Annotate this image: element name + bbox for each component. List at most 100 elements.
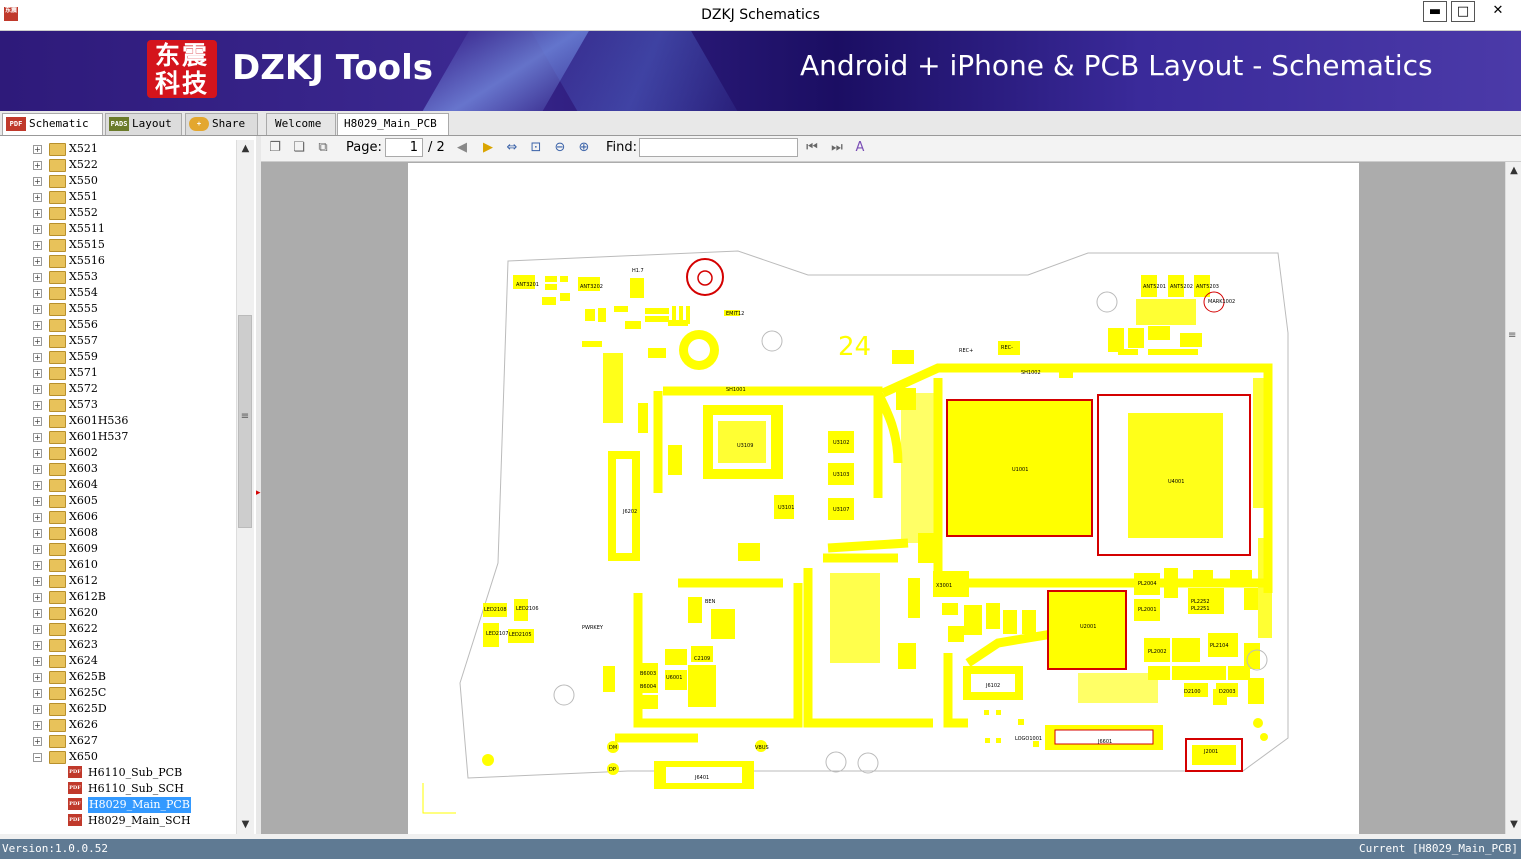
tree-folder-x627[interactable]: + X627 [0,733,235,749]
copy-page-icon[interactable]: ❏ [291,140,307,156]
expand-icon[interactable]: + [33,385,42,394]
tree-folder-x550[interactable]: + X550 [0,173,235,189]
tree-file-h8029_main_sch[interactable]: PDF H8029_Main_SCH [0,813,235,829]
scroll-thumb[interactable]: ≡ [238,315,252,528]
tree-folder-x609[interactable]: + X609 [0,541,235,557]
expand-icon[interactable]: + [33,513,42,522]
tree-folder-x622[interactable]: + X622 [0,621,235,637]
find-previous-icon[interactable]: ⏮ [804,140,820,156]
tab-welcome[interactable]: Welcome [266,113,336,135]
scroll-up-icon[interactable]: ▲ [237,140,254,157]
tree-folder-x623[interactable]: + X623 [0,637,235,653]
tree-folder-x522[interactable]: + X522 [0,157,235,173]
tree-folder-x559[interactable]: + X559 [0,349,235,365]
expand-icon[interactable]: + [33,241,42,250]
next-page-icon[interactable]: ▶ [480,140,496,156]
zoom-in-icon[interactable]: ⊕ [576,140,592,156]
prev-page-icon[interactable]: ◀ [454,140,470,156]
expand-icon[interactable]: + [33,465,42,474]
expand-icon[interactable]: + [33,369,42,378]
tree-file-h6110_sub_pcb[interactable]: PDF H6110_Sub_PCB [0,765,235,781]
tree-folder-x604[interactable]: + X604 [0,477,235,493]
expand-icon[interactable]: + [33,737,42,746]
scroll-down-icon[interactable]: ▼ [1506,816,1521,833]
tree-folder-x605[interactable]: + X605 [0,493,235,509]
tree-folder-x601h537[interactable]: + X601H537 [0,429,235,445]
close-button[interactable]: ✕ [1479,1,1517,22]
expand-icon[interactable]: + [33,721,42,730]
scroll-down-icon[interactable]: ▼ [237,816,254,833]
tree-folder-x610[interactable]: + X610 [0,557,235,573]
zoom-out-icon[interactable]: ⊖ [552,140,568,156]
tree-folder-x612[interactable]: + X612 [0,573,235,589]
tree-folder-x5515[interactable]: + X5515 [0,237,235,253]
expand-icon[interactable]: + [33,609,42,618]
tree-folder-x650[interactable]: − X650 [0,749,235,765]
tree-folder-x571[interactable]: + X571 [0,365,235,381]
scroll-up-icon[interactable]: ▲ [1506,162,1521,179]
maximize-button[interactable]: □ [1451,1,1475,22]
tree-folder-x572[interactable]: + X572 [0,381,235,397]
tree-folder-x554[interactable]: + X554 [0,285,235,301]
tree-folder-x553[interactable]: + X553 [0,269,235,285]
paste-icon[interactable]: ⧉ [315,140,331,156]
tree-folder-x625c[interactable]: + X625C [0,685,235,701]
tree-file-h8029_main_pcb[interactable]: PDF H8029_Main_PCB [0,797,235,813]
expand-icon[interactable]: + [33,401,42,410]
expand-icon[interactable]: + [33,433,42,442]
tree-folder-x620[interactable]: + X620 [0,605,235,621]
expand-icon[interactable]: + [33,641,42,650]
expand-icon[interactable]: + [33,145,42,154]
find-input[interactable] [639,138,798,157]
tree-folder-x556[interactable]: + X556 [0,317,235,333]
expand-icon[interactable]: + [33,449,42,458]
expand-icon[interactable]: + [33,161,42,170]
tab-layout[interactable]: PADS Layout [105,113,182,135]
expand-icon[interactable]: + [33,337,42,346]
expand-icon[interactable]: + [33,545,42,554]
minimize-button[interactable]: ▬ [1423,1,1447,22]
find-next-icon[interactable]: ⏭ [829,140,845,156]
tree-folder-x626[interactable]: + X626 [0,717,235,733]
tree-folder-x624[interactable]: + X624 [0,653,235,669]
fit-width-icon[interactable]: ⇔ [504,140,520,156]
tree-folder-x5511[interactable]: + X5511 [0,221,235,237]
tree-folder-x602[interactable]: + X602 [0,445,235,461]
tree-scrollbar[interactable]: ▲ ≡ ▼ [236,140,254,834]
tab-h8029-main-pcb[interactable]: H8029_Main_PCB✕ [337,113,449,150]
expand-icon[interactable]: + [33,561,42,570]
page-number-input[interactable]: 1 [385,138,423,157]
collapse-arrow-icon[interactable]: ▸ [256,488,261,498]
viewer-scrollbar[interactable]: ▲ ≡ ▼ [1505,162,1521,834]
expand-icon[interactable]: + [33,625,42,634]
expand-icon[interactable]: + [33,481,42,490]
expand-icon[interactable]: + [33,273,42,282]
tree-folder-x601h536[interactable]: + X601H536 [0,413,235,429]
expand-icon[interactable]: + [33,497,42,506]
tree-folder-x521[interactable]: + X521 [0,141,235,157]
tree-folder-x557[interactable]: + X557 [0,333,235,349]
tree-folder-x625d[interactable]: + X625D [0,701,235,717]
expand-icon[interactable]: + [33,657,42,666]
expand-icon[interactable]: + [33,225,42,234]
tree-folder-x625b[interactable]: + X625B [0,669,235,685]
tree-folder-x603[interactable]: + X603 [0,461,235,477]
expand-icon[interactable]: + [33,593,42,602]
pdf-viewer[interactable]: 24 ANT3201 ANT3202 ANT5201 ANT5202 ANT52… [261,162,1506,834]
expand-icon[interactable]: + [33,257,42,266]
tree-folder-x552[interactable]: + X552 [0,205,235,221]
tab-schematic[interactable]: PDF Schematic [2,113,103,135]
expand-icon[interactable]: + [33,529,42,538]
find-options-icon[interactable]: A [852,140,868,156]
expand-icon[interactable]: + [33,305,42,314]
copy-icon[interactable]: ❐ [267,140,283,156]
tree-folder-x612b[interactable]: + X612B [0,589,235,605]
expand-icon[interactable]: + [33,193,42,202]
expand-icon[interactable]: + [33,417,42,426]
expand-icon[interactable]: + [33,209,42,218]
tab-share[interactable]: + Share [185,113,258,135]
expand-icon[interactable]: + [33,353,42,362]
collapse-icon[interactable]: − [33,753,42,762]
expand-icon[interactable]: + [33,289,42,298]
tree-folder-x555[interactable]: + X555 [0,301,235,317]
